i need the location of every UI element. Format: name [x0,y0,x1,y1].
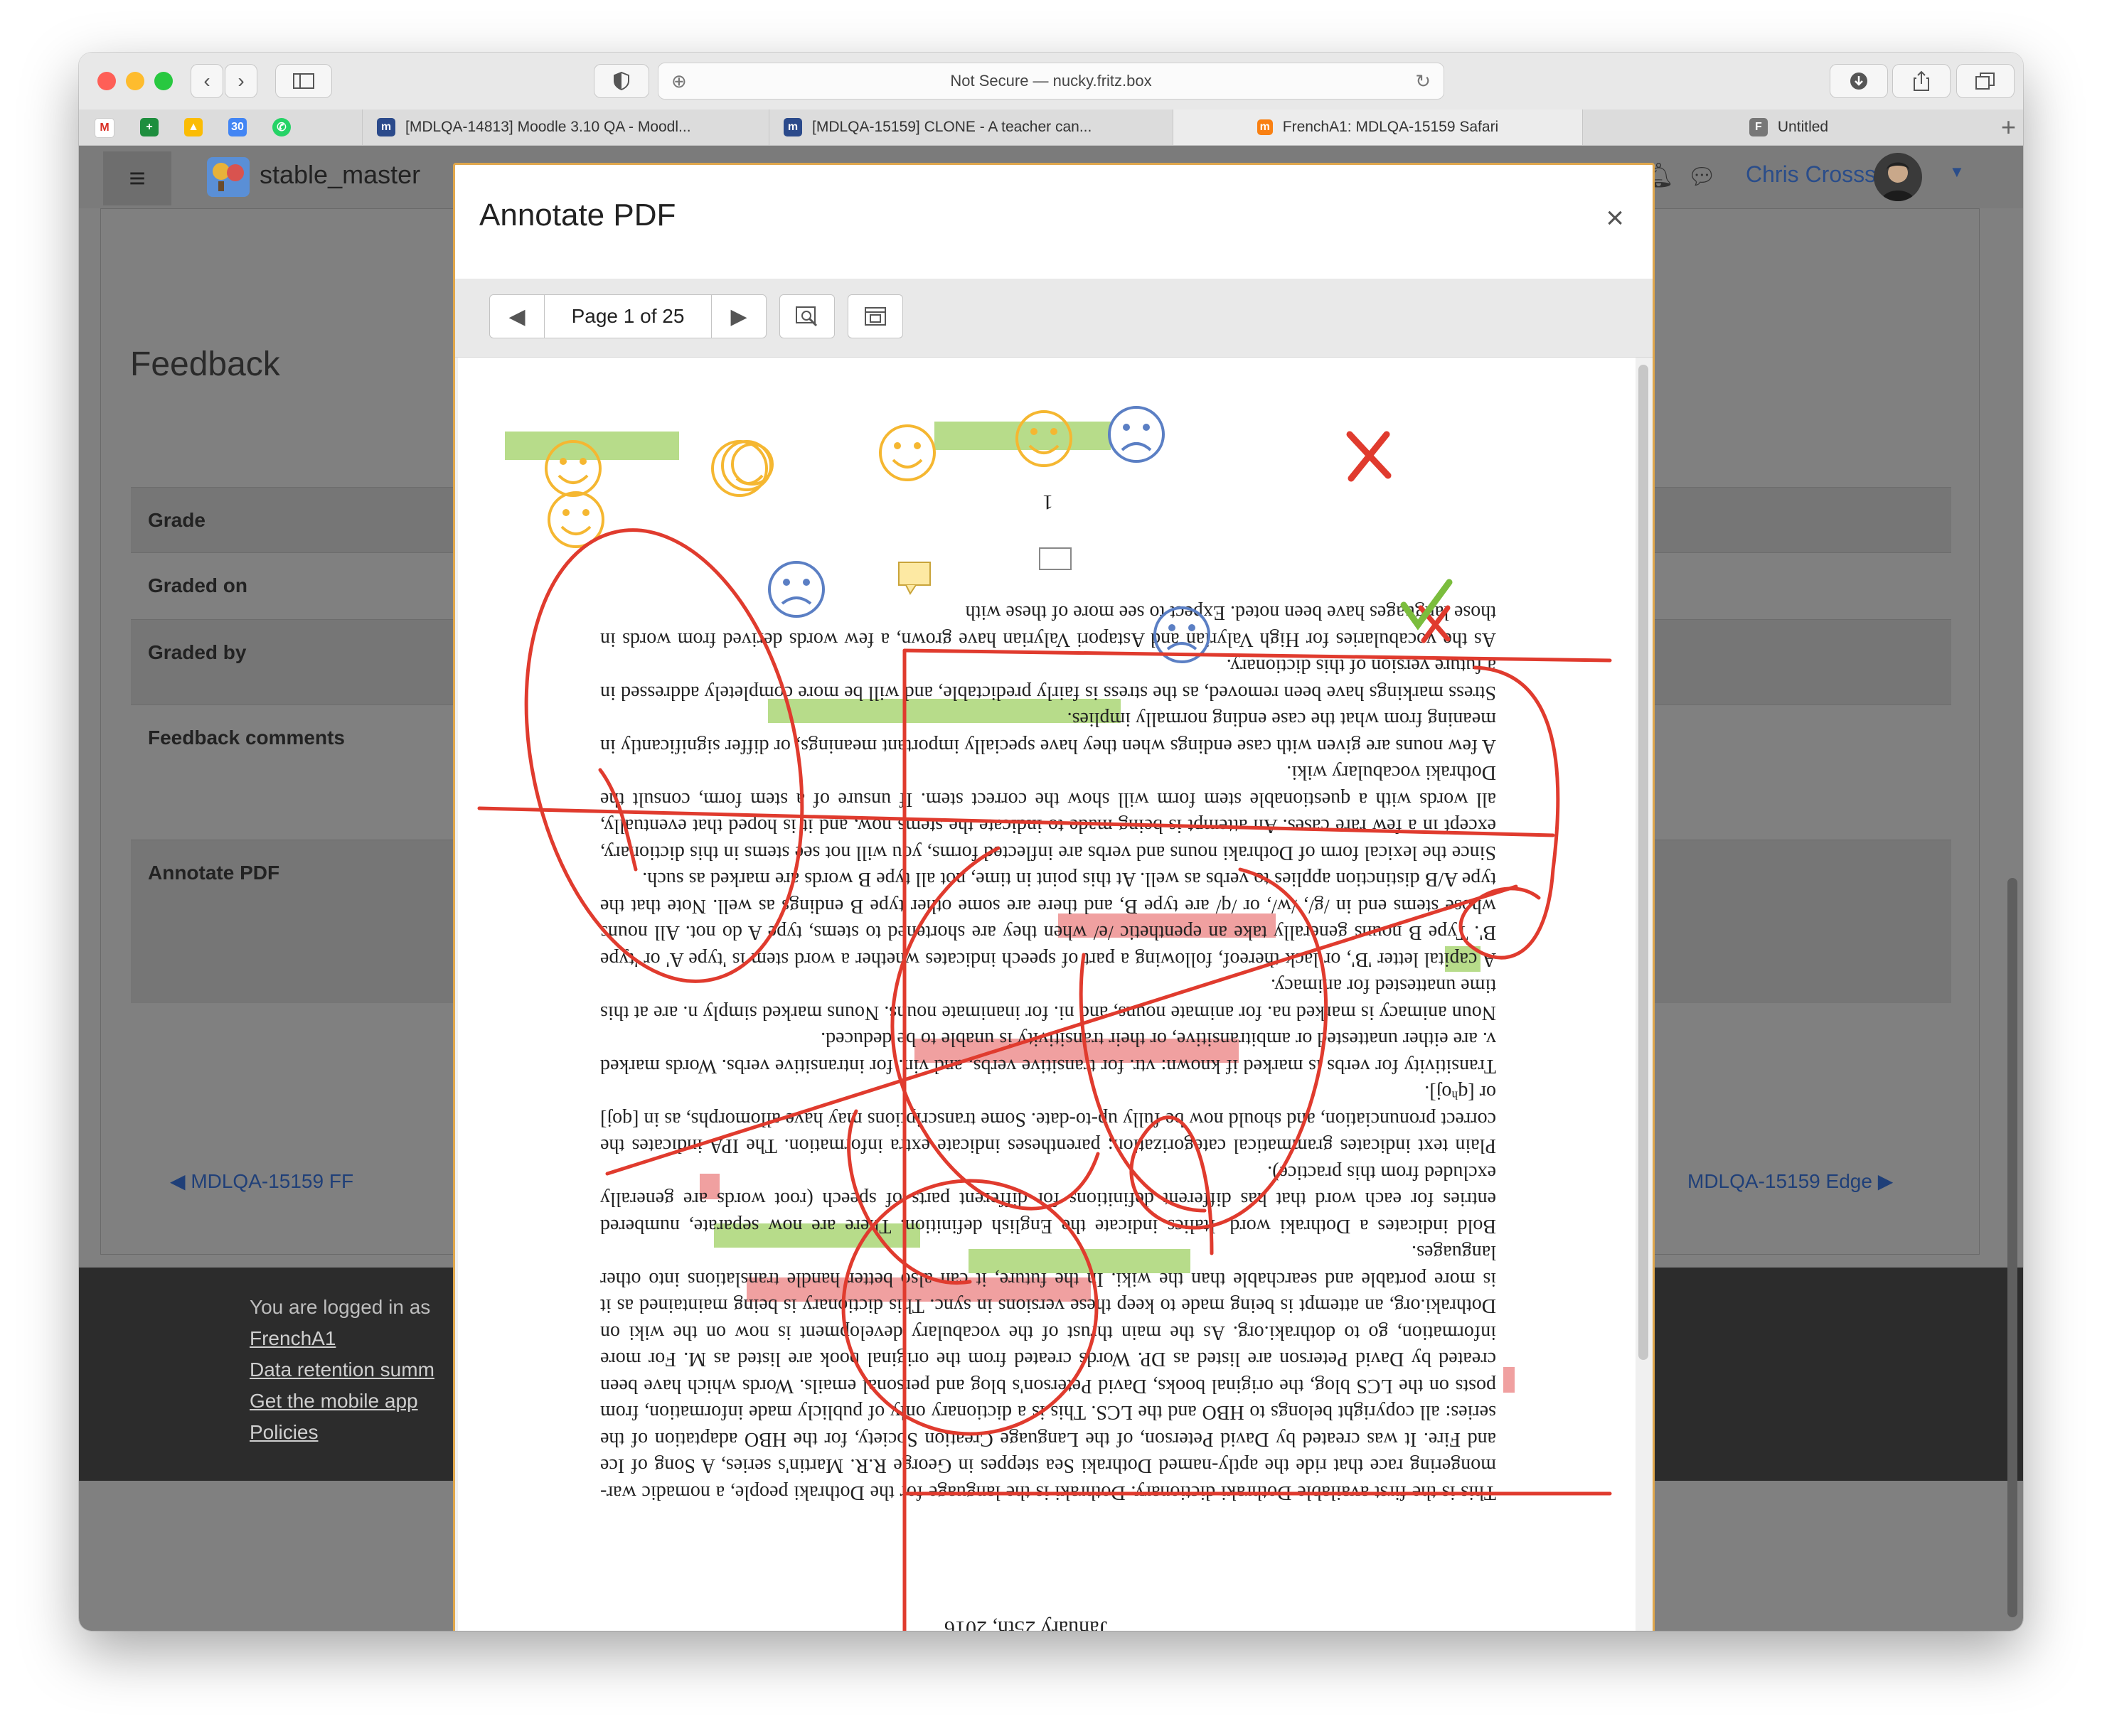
forward-button[interactable]: › [225,64,257,98]
smiley-stamp-icon[interactable] [879,424,936,481]
jira-icon: m [784,118,802,136]
tab-mdlqa-14813[interactable]: m [MDLQA-14813] Moodle 3.10 QA - Moodl..… [362,109,769,145]
smiley-stamp-icon[interactable] [1015,410,1072,467]
modal-title: Annotate PDF [479,198,676,232]
sidebar-icon [293,73,314,89]
site-logo-icon[interactable] [206,156,251,198]
data-retention-link[interactable]: Data retention summ [250,1359,434,1381]
pinned-tabs: M + ▲ 30 ✆ [95,118,301,138]
messages-icon[interactable]: 💬︎ [1687,163,1717,190]
back-button[interactable]: ‹ [191,64,223,98]
tab-untitled[interactable]: F Untitled [1582,109,1995,145]
drive-icon[interactable]: ▲ [184,118,203,136]
pdf-page[interactable]: This is the first available Dothraki dic… [458,358,1636,1631]
whatsapp-icon[interactable]: ✆ [272,118,291,136]
title-bar: ‹ › ⊕ Not Secure — nucky.fritz.box ↻ [79,53,2023,110]
prev-activity-link[interactable]: ◀ MDLQA-15159 FF [170,1169,353,1193]
add-tab-icon: ⊕ [671,70,687,92]
reload-icon[interactable]: ↻ [1415,70,1431,92]
chevron-left-icon: ‹ [203,70,210,92]
triangle-right-icon: ▶ [730,304,747,328]
minimize-window-button[interactable] [126,72,144,90]
tab-overview-button[interactable] [1956,64,2015,98]
gmail-icon[interactable]: M [95,118,114,138]
page-select[interactable]: Page 1 of 25 [544,294,712,338]
tab-label: FrenchA1: MDLQA-15159 Safari [1282,119,1499,135]
expand-comments-button[interactable] [848,294,903,338]
mobile-app-link[interactable]: Get the mobile app [250,1390,418,1413]
share-button[interactable] [1892,64,1951,98]
cross-stamp-icon[interactable] [1346,431,1392,482]
comment-icon[interactable] [1039,547,1072,570]
avatar[interactable] [1874,153,1922,201]
tabs-icon [1975,73,1995,90]
pdf-toolbar: ◀ Page 1 of 25 ▶ [455,279,1653,358]
zoom-window-button[interactable] [154,72,173,90]
user-profile-link[interactable]: FrenchA1 [250,1327,336,1350]
search-comments-icon [796,306,818,327]
close-window-button[interactable] [97,72,116,90]
downloads-button[interactable] [1830,64,1888,98]
triangle-left-icon: ◀ [508,304,526,328]
frown-stamp-icon[interactable] [768,561,825,618]
browser-window: ‹ › ⊕ Not Secure — nucky.fritz.box ↻ M +… [79,53,2023,1631]
address-text: Not Secure — nucky.fritz.box [950,72,1152,90]
user-name[interactable]: Chris Crosss [1746,161,1876,188]
site-name[interactable]: stable_master [260,160,420,190]
prev-page-button[interactable]: ◀ [489,294,545,338]
annotate-pdf-modal: Annotate PDF × ◀ Page 1 of 25 ▶ This is … [453,163,1655,1631]
tab-label: [MDLQA-15159] CLONE - A teacher can... [812,119,1092,135]
privacy-report-button[interactable] [594,64,649,98]
next-activity-link[interactable]: MDLQA-15159 Edge ▶ [1687,1169,1893,1193]
feedback-heading: Feedback [130,345,280,383]
logged-in-text: You are logged in as [250,1296,431,1318]
next-page-button[interactable]: ▶ [711,294,767,338]
tab-mdlqa-15159-clone[interactable]: m [MDLQA-15159] CLONE - A teacher can... [769,109,1173,145]
new-tab-button[interactable]: + [2001,112,2016,142]
address-bar[interactable]: ⊕ Not Secure — nucky.fritz.box ↻ [658,63,1444,100]
smiley-stamp-icon[interactable] [711,440,774,497]
jira-icon: m [377,118,395,136]
pdf-viewer[interactable]: This is the first available Dothraki dic… [455,358,1653,1631]
pen-annotation[interactable] [477,504,1612,1631]
close-modal-button[interactable]: × [1606,200,1624,236]
menu-toggle-button[interactable]: ≡ [103,151,171,205]
user-menu-chevron-icon[interactable]: ▼ [1949,163,1965,181]
tab-bar: M + ▲ 30 ✆ m [MDLQA-14813] Moodle 3.10 Q… [79,109,2023,146]
share-icon [1914,70,1929,91]
frown-stamp-icon[interactable] [1108,406,1165,463]
expand-icon [865,307,886,326]
shield-icon [614,72,629,90]
moodle-icon: m [1257,119,1273,135]
modal-header: Annotate PDF × [455,165,1653,279]
tab-label: Untitled [1777,119,1829,135]
hamburger-icon: ≡ [129,162,146,194]
annotation-layer[interactable] [458,358,1636,1631]
tab-label: [MDLQA-14813] Moodle 3.10 QA - Moodl... [405,119,691,135]
comment-icon[interactable] [898,562,931,595]
chevron-right-icon: › [238,70,245,92]
policies-link[interactable]: Policies [250,1421,318,1444]
pdf-scrollbar[interactable] [1638,365,1648,1360]
smiley-stamp-icon[interactable] [545,440,602,497]
tab-frencha1[interactable]: m FrenchA1: MDLQA-15159 Safari [1173,109,1582,145]
page-scrollbar[interactable] [2007,878,2017,1617]
download-icon [1850,73,1867,90]
page-icon: F [1749,118,1768,136]
search-comments-button[interactable] [779,294,835,338]
sidebar-toggle-button[interactable] [275,64,332,98]
sheets-icon[interactable]: + [140,118,159,136]
calendar-icon[interactable]: 30 [228,118,247,136]
